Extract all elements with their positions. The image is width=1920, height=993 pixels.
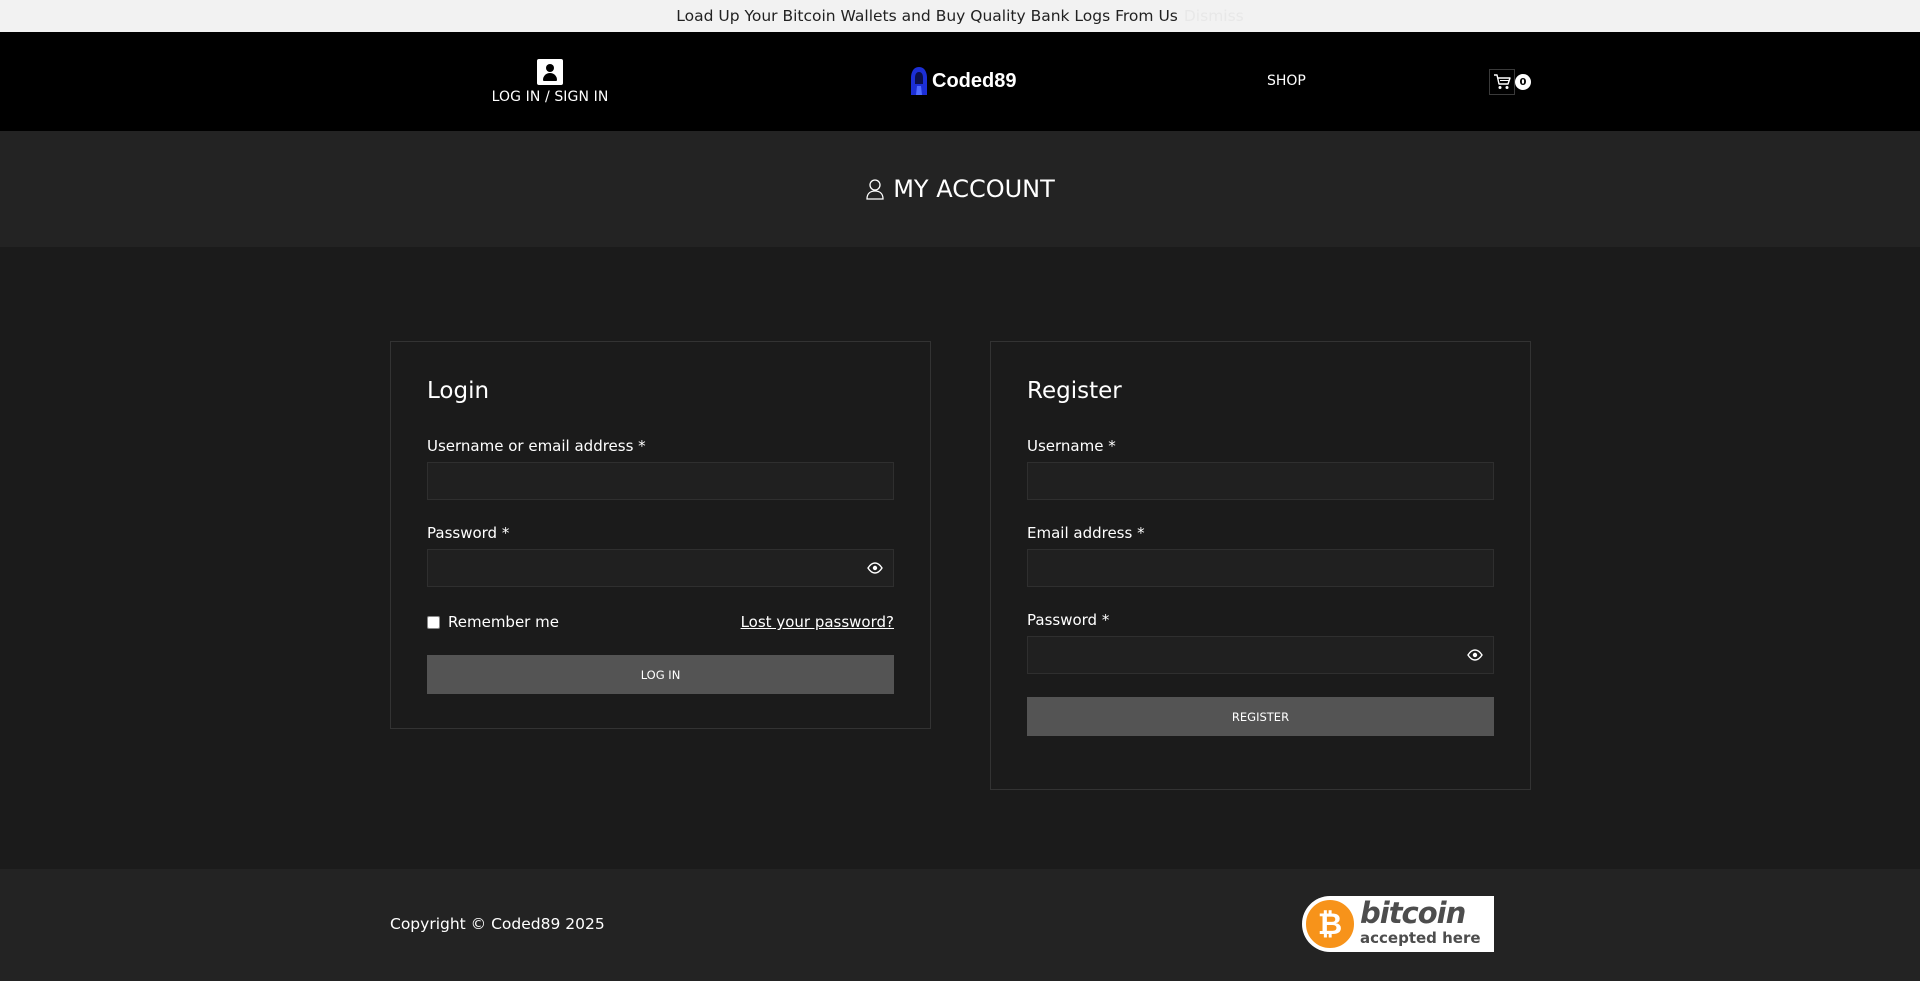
bitcoin-badge-subtext: accepted here xyxy=(1360,929,1481,947)
user-outline-icon xyxy=(866,179,884,200)
login-username-label: Username or email address * xyxy=(427,437,646,455)
page-title: MY ACCOUNT xyxy=(893,175,1055,203)
register-password-label: Password * xyxy=(1027,611,1110,629)
login-signin-link[interactable]: LOG IN / SIGN IN xyxy=(490,59,610,105)
cart-button[interactable]: 0 xyxy=(1489,69,1531,95)
bitcoin-logo-icon: ₿ xyxy=(1304,898,1356,950)
register-password-input[interactable] xyxy=(1027,636,1494,674)
site-logo[interactable]: Coded89 xyxy=(908,66,1016,96)
register-username-input[interactable] xyxy=(1027,462,1494,500)
register-email-input[interactable] xyxy=(1027,549,1494,587)
register-username-label: Username * xyxy=(1027,437,1116,455)
register-button[interactable]: REGISTER xyxy=(1027,697,1494,736)
login-button[interactable]: LOG IN xyxy=(427,655,894,694)
login-panel: Login Username or email address * Passwo… xyxy=(390,341,931,729)
cart-count-badge: 0 xyxy=(1515,74,1531,90)
user-icon xyxy=(537,59,563,85)
announcement-text: Load Up Your Bitcoin Wallets and Buy Qua… xyxy=(676,7,1178,25)
login-password-label: Password * xyxy=(427,524,510,542)
bitcoin-badge-word: bitcoin xyxy=(1360,896,1466,930)
show-password-eye-icon[interactable] xyxy=(867,561,883,575)
register-heading: Register xyxy=(1027,378,1122,404)
page-bottom-strip xyxy=(0,981,1920,993)
lost-password-link[interactable]: Lost your password? xyxy=(741,613,894,631)
bitcoin-accepted-badge: ₿ bitcoin accepted here xyxy=(1302,896,1494,952)
cart-icon xyxy=(1489,69,1515,95)
page-title-bar: MY ACCOUNT xyxy=(0,131,1920,247)
login-username-input[interactable] xyxy=(427,462,894,500)
announcement-dismiss-link[interactable]: Dismiss xyxy=(1184,7,1244,25)
account-main: Login Username or email address * Passwo… xyxy=(0,247,1920,869)
hooded-figure-icon xyxy=(911,67,927,95)
login-heading: Login xyxy=(427,378,490,404)
remember-me: Remember me xyxy=(427,613,559,631)
login-password-input[interactable] xyxy=(427,549,894,587)
show-password-eye-icon[interactable] xyxy=(1467,648,1483,662)
logo-text: Coded89 xyxy=(932,69,1017,92)
remember-me-checkbox[interactable] xyxy=(427,615,440,629)
announcement-bar: Load Up Your Bitcoin Wallets and Buy Qua… xyxy=(0,0,1920,32)
copyright-text: Copyright © Coded89 2025 xyxy=(390,915,605,933)
register-panel: Register Username * Email address * Pass… xyxy=(990,341,1531,790)
register-email-label: Email address * xyxy=(1027,524,1145,542)
site-footer: Copyright © Coded89 2025 ₿ bitcoin accep… xyxy=(0,869,1920,981)
site-header: LOG IN / SIGN IN Coded89 SHOP 0 xyxy=(0,32,1920,131)
remember-me-label: Remember me xyxy=(448,613,559,631)
nav-shop-link[interactable]: SHOP xyxy=(1267,73,1306,89)
login-signin-label: LOG IN / SIGN IN xyxy=(491,89,609,105)
